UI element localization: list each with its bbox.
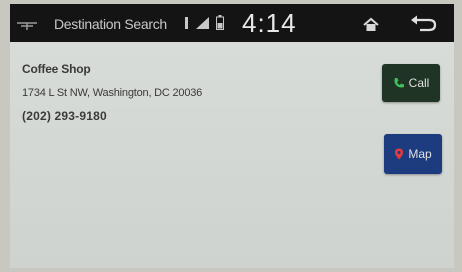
head-unit-screen: Destination Search 4:14 Coffee Shop 1734… bbox=[10, 4, 454, 268]
map-button[interactable]: Map bbox=[384, 134, 442, 174]
destination-detail-panel: Coffee Shop 1734 L St NW, Washington, DC… bbox=[10, 42, 454, 268]
destination-name: Coffee Shop bbox=[22, 62, 91, 76]
screen-title: Destination Search bbox=[54, 16, 167, 32]
signal-icon bbox=[196, 16, 210, 30]
bluetooth-icon bbox=[184, 16, 190, 30]
phone-icon bbox=[394, 78, 404, 88]
home-button[interactable] bbox=[356, 12, 386, 36]
destination-phone: (202) 293-9180 bbox=[22, 109, 107, 123]
clock: 4:14 bbox=[242, 8, 297, 38]
call-button-label: Call bbox=[408, 76, 430, 90]
back-icon bbox=[411, 15, 437, 32]
antenna-icon bbox=[16, 18, 38, 30]
call-button[interactable]: Call bbox=[382, 64, 440, 102]
destination-entry: Coffee Shop 1734 L St NW, Washington, DC… bbox=[22, 62, 202, 123]
destination-address: 1734 L St NW, Washington, DC 20036 bbox=[22, 87, 203, 99]
home-icon bbox=[363, 17, 379, 31]
status-bar: Destination Search 4:14 bbox=[10, 4, 454, 42]
battery-icon bbox=[216, 15, 224, 30]
map-button-label: Map bbox=[408, 147, 432, 161]
back-button[interactable] bbox=[406, 12, 440, 36]
map-pin-icon bbox=[395, 148, 404, 160]
